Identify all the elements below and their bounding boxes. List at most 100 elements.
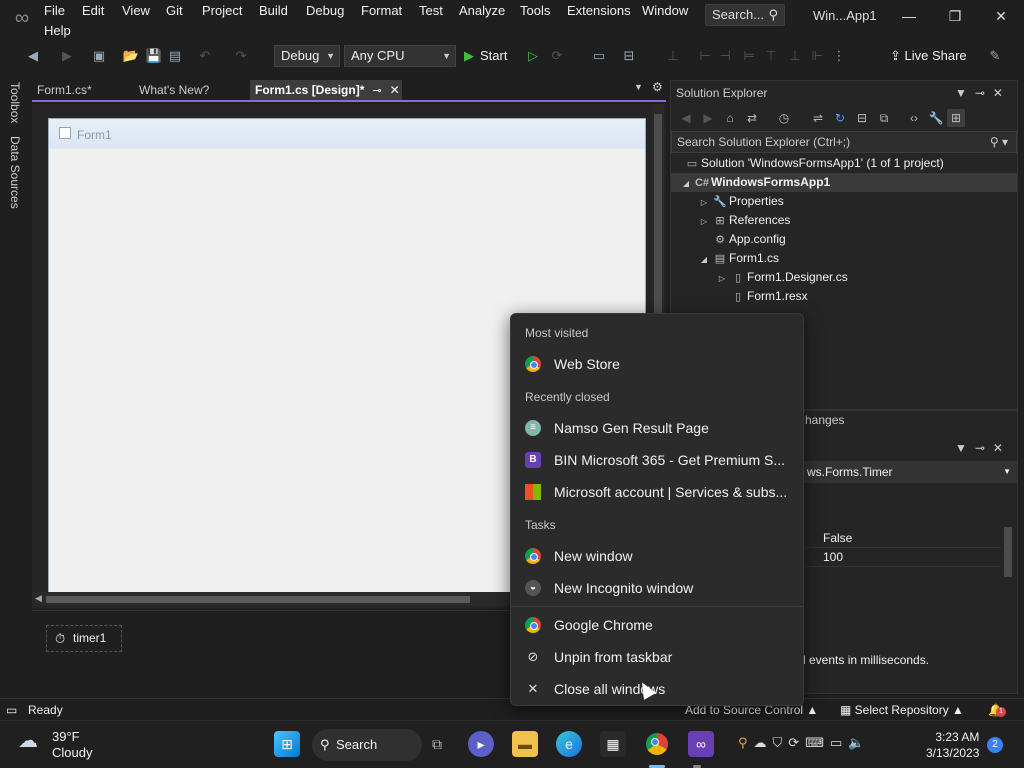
jump-item-new-incognito[interactable]: ◒ New Incognito window <box>511 573 803 603</box>
tree-item-app-config[interactable]: ⚙ App.config <box>671 230 1017 249</box>
sync-icon[interactable]: ⇌ <box>809 109 827 127</box>
menu-extensions[interactable]: Extensions <box>567 3 631 19</box>
toolbox-tab[interactable]: Toolbox <box>8 82 22 123</box>
visual-studio-taskbar-icon[interactable]: ∞ <box>688 731 714 757</box>
panel-controls[interactable]: ▼⊸✕ <box>955 441 1011 455</box>
align-bottom-icon[interactable]: ⊩ <box>808 47 826 65</box>
menu-tools[interactable]: Tools <box>520 3 550 19</box>
property-value[interactable]: 100 <box>823 548 843 567</box>
properties-scrollbar[interactable] <box>1003 515 1013 625</box>
tree-item-properties[interactable]: ▷ 🔧 Properties <box>671 192 1017 211</box>
forward-icon[interactable]: ▶ <box>58 47 76 65</box>
store-icon[interactable]: ▦ <box>600 731 626 757</box>
teams-chat-icon[interactable]: ▸ <box>468 731 494 757</box>
align-right-icon[interactable]: ⊨ <box>740 47 758 65</box>
start-button[interactable]: ▶ Start <box>464 45 507 67</box>
live-share-button[interactable]: ⇪ Live Share <box>890 47 967 65</box>
menu-project[interactable]: Project <box>202 3 242 19</box>
task-view-icon[interactable]: ⧉ <box>424 731 450 757</box>
jump-item-namso[interactable]: ≡ Namso Gen Result Page <box>511 413 803 443</box>
settings-gear-icon[interactable]: ⚙ <box>652 80 663 94</box>
platform-dropdown[interactable]: Any CPU ▼ <box>344 45 456 67</box>
volume-icon[interactable]: 🔈 <box>848 735 870 750</box>
tab-form1-cs[interactable]: Form1.cs* <box>32 80 130 100</box>
solution-explorer-search[interactable]: Search Solution Explorer (Ctrl+;) ⚲ ▾ <box>671 131 1017 153</box>
timer-component[interactable]: ⏱ timer1 <box>46 625 122 652</box>
properties-wrench-icon[interactable]: 🔧 <box>927 109 945 127</box>
back-icon[interactable]: ◀ <box>24 47 42 65</box>
menu-window[interactable]: Window <box>642 3 688 19</box>
taskbar-search[interactable]: ⚲ Search <box>312 729 422 761</box>
menu-build[interactable]: Build <box>259 3 288 19</box>
preview-icon[interactable]: ⊞ <box>947 109 965 127</box>
menu-help[interactable]: Help <box>44 23 71 39</box>
menu-debug[interactable]: Debug <box>306 3 344 19</box>
close-tab-icon[interactable]: ✕ <box>390 83 400 97</box>
jump-item-bin-microsoft[interactable]: B BIN Microsoft 365 - Get Premium S... <box>511 445 803 475</box>
menu-edit[interactable]: Edit <box>82 3 104 19</box>
tree-item-form1-resx[interactable]: ▯ Form1.resx <box>671 287 1017 306</box>
property-row-enabled[interactable]: False <box>805 529 1001 548</box>
property-row-interval[interactable]: 100 <box>805 548 1001 567</box>
forward-icon[interactable]: ▶ <box>699 109 717 127</box>
jump-item-new-window[interactable]: New window <box>511 541 803 571</box>
layout-icon[interactable]: ⊟ <box>620 47 638 65</box>
minimize-icon[interactable]: — <box>889 2 929 30</box>
refresh-icon[interactable]: ↻ <box>831 109 849 127</box>
switch-views-icon[interactable]: ⇄ <box>743 109 761 127</box>
align-left-icon[interactable]: ⊢ <box>696 47 714 65</box>
defender-icon[interactable]: ⛉ <box>773 735 789 750</box>
tab-whats-new[interactable]: What's New? <box>134 80 248 100</box>
toolbar-overflow-icon[interactable]: ⋮ <box>830 47 848 65</box>
edge-icon[interactable]: e <box>556 731 582 757</box>
save-all-icon[interactable]: ▤ <box>166 47 184 65</box>
menu-git[interactable]: Git <box>166 3 183 19</box>
view-code-icon[interactable]: ‹› <box>905 109 923 127</box>
feedback-icon[interactable]: ✎ <box>986 47 1004 65</box>
new-project-icon[interactable]: ▣ <box>90 47 108 65</box>
property-value[interactable]: False <box>823 529 852 548</box>
hot-reload-icon[interactable]: ⟳ <box>548 47 566 65</box>
search-everything-icon[interactable]: ⚲ <box>738 735 754 750</box>
tree-item-form1-designer[interactable]: ▷ ▯ Form1.Designer.cs <box>671 268 1017 287</box>
sync-icon[interactable]: ⟳ <box>788 735 805 750</box>
tree-item-project[interactable]: ◢ C# WindowsFormsApp1 <box>671 173 1017 192</box>
notification-center-badge[interactable]: 2 <box>987 737 1003 753</box>
menu-test[interactable]: Test <box>419 3 443 19</box>
pending-changes-icon[interactable]: ◷ <box>775 109 793 127</box>
menu-view[interactable]: View <box>122 3 150 19</box>
jump-item-unpin[interactable]: ⊘ Unpin from taskbar <box>511 642 803 672</box>
configuration-dropdown[interactable]: Debug ▼ <box>274 45 340 67</box>
onedrive-icon[interactable]: ☁ <box>754 735 773 750</box>
align-center-icon[interactable]: ⊣ <box>716 47 734 65</box>
system-tray[interactable]: ⚲☁⛉⟳⌨▭🔈 <box>738 735 870 751</box>
start-without-debugging-icon[interactable]: ▷ <box>524 47 542 65</box>
back-icon[interactable]: ◀ <box>677 109 695 127</box>
expanded-arrow-icon[interactable]: ◢ <box>679 174 693 193</box>
scroll-thumb[interactable] <box>654 114 662 314</box>
jump-item-google-chrome[interactable]: Google Chrome <box>511 610 803 640</box>
tree-item-solution[interactable]: ▭ Solution 'WindowsFormsApp1' (1 of 1 pro… <box>671 154 1017 173</box>
expanded-arrow-icon[interactable]: ◢ <box>697 250 711 269</box>
redo-icon[interactable]: ↷ <box>232 47 250 65</box>
pin-icon[interactable]: ⊸ <box>372 85 381 97</box>
keyboard-icon[interactable]: ⌨ <box>805 735 830 750</box>
undo-icon[interactable]: ↶ <box>196 47 214 65</box>
panel-controls[interactable]: ▼⊸✕ <box>955 81 1011 105</box>
folder-icon[interactable]: ▭ <box>590 47 608 65</box>
open-folder-icon[interactable]: 📂 <box>122 47 140 65</box>
data-sources-tab[interactable]: Data Sources <box>8 136 22 209</box>
collapse-all-icon[interactable]: ⊟ <box>853 109 871 127</box>
git-changes-tab[interactable]: hanges <box>805 413 844 427</box>
network-icon[interactable]: ▭ <box>830 735 848 750</box>
select-repository-button[interactable]: ▦ Select Repository ▲ <box>840 699 964 721</box>
global-search-box[interactable]: Search... ⚲ <box>705 4 785 26</box>
menu-analyze[interactable]: Analyze <box>459 3 505 19</box>
scroll-left-icon[interactable]: ◀ <box>35 593 42 604</box>
taskbar-clock[interactable]: 3:23 AM 3/13/2023 <box>926 729 979 761</box>
tab-form1-design[interactable]: Form1.cs [Design]* ⊸ ✕ <box>250 80 402 100</box>
jump-item-web-store[interactable]: Web Store <box>511 349 803 379</box>
scroll-thumb[interactable] <box>46 596 470 603</box>
collapsed-arrow-icon[interactable]: ▷ <box>697 193 711 212</box>
file-explorer-icon[interactable]: ▬ <box>512 731 538 757</box>
